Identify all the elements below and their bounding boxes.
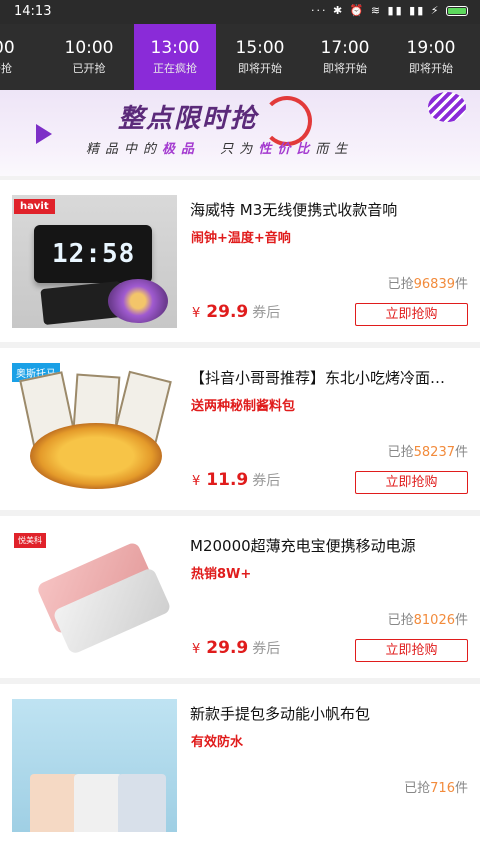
sold-prefix: 已抢	[404, 781, 431, 796]
tab-status: 已开抢	[72, 62, 106, 75]
price-value: 29.9	[206, 638, 249, 658]
product-name[interactable]: 新款手提包多动能小帆布包	[190, 703, 475, 724]
tab-status: 即将开始	[238, 62, 282, 75]
sold-suffix: 件	[454, 277, 468, 292]
product-card[interactable]: 新款手提包多动能小帆布包 有效防水 已抢716件	[0, 684, 480, 846]
tab-time-slot-6[interactable]: 19:00 即将开始	[390, 24, 472, 90]
play-triangle-icon	[36, 124, 52, 144]
product-name[interactable]: M20000超薄充电宝便携移动电源	[190, 535, 475, 556]
sold-prefix: 已抢	[387, 613, 414, 628]
status-icons: ··· ✱ ⏰ ≋ ▮▮ ▮▮ ⚡	[311, 4, 468, 17]
flash-sale-banner: 整点限时抢 精品中的极品 只为性价比而生	[0, 90, 480, 176]
sold-number: 716	[430, 781, 455, 796]
sold-suffix: 件	[454, 613, 468, 628]
subtitle-suffix: 而生	[315, 142, 354, 157]
tab-time: 19:00	[406, 38, 456, 58]
price-value: 11.9	[206, 470, 249, 490]
sold-number: 96839	[413, 277, 455, 292]
banner-subtitle: 精品中的极品 只为性价比而生	[86, 138, 353, 157]
tab-time-slot-2[interactable]: 10:00 已开抢	[48, 24, 130, 90]
brand-logo: 悦美科	[14, 533, 46, 548]
product-tag: 有效防水	[191, 735, 244, 750]
product-price: ¥29.9 券后	[192, 638, 280, 658]
tote-bag-image	[118, 774, 166, 832]
price-value: 29.9	[206, 302, 249, 322]
disc-image	[108, 279, 168, 323]
subtitle-mid: 只为	[220, 142, 259, 157]
product-name[interactable]: 海威特 M3无线便携式收款音响	[190, 199, 475, 220]
tab-time: 13:00	[150, 38, 200, 58]
product-image[interactable]: 悦美科	[12, 531, 177, 664]
tote-bag-image	[74, 774, 122, 832]
price-note: 券后	[252, 473, 281, 489]
tab-status: 正在疯抢	[153, 62, 197, 75]
subtitle-prefix: 精品中的	[86, 142, 163, 157]
product-tag: 闹钟+温度+音响	[191, 231, 291, 246]
subtitle-emphasis-2: 性价比	[258, 142, 316, 157]
status-bar: 14:13 ··· ✱ ⏰ ≋ ▮▮ ▮▮ ⚡	[0, 0, 480, 24]
subtitle-emphasis-1: 极品	[162, 142, 201, 157]
tab-time-slot-5[interactable]: 17:00 即将开始	[304, 24, 386, 90]
sold-suffix: 件	[454, 781, 468, 796]
tab-time: 17:00	[320, 38, 370, 58]
product-card[interactable]: havit 12:58 海威特 M3无线便携式收款音响 闹钟+温度+音响 已抢9…	[0, 180, 480, 342]
time-slot-tabs: :00 开抢 10:00 已开抢 13:00 正在疯抢 15:00 即将开始 1…	[0, 24, 480, 90]
buy-now-button[interactable]: 立即抢购	[355, 471, 468, 494]
sold-number: 81026	[413, 613, 455, 628]
sold-count: 已抢716件	[404, 777, 468, 796]
currency-symbol: ¥	[192, 642, 201, 657]
buy-now-button[interactable]: 立即抢购	[355, 639, 468, 662]
product-image[interactable]: 奥斯托马	[12, 363, 177, 496]
food-plate-image	[30, 423, 162, 489]
tote-bag-image	[30, 774, 78, 832]
tab-status: 即将开始	[323, 62, 367, 75]
clock-display: 12:58	[52, 239, 136, 269]
buy-now-button[interactable]: 立即抢购	[355, 303, 468, 326]
banner-title: 整点限时抢	[118, 104, 259, 134]
sold-count: 已抢81026件	[388, 609, 468, 628]
tab-status: 开抢	[0, 62, 12, 75]
tab-time: :00	[0, 38, 15, 58]
product-tag: 热销8W+	[191, 567, 252, 582]
product-name[interactable]: 【抖音小哥哥推荐】东北小吃烤冷面…	[190, 367, 475, 388]
product-price: ¥11.9 券后	[192, 470, 280, 490]
currency-symbol: ¥	[192, 474, 201, 489]
currency-symbol: ¥	[192, 306, 201, 321]
product-tag: 送两种秘制酱料包	[191, 399, 296, 414]
product-image[interactable]	[12, 699, 177, 832]
product-card[interactable]: 悦美科 M20000超薄充电宝便携移动电源 热销8W+ 已抢81026件 ¥29…	[0, 516, 480, 678]
tab-time-slot-3-active[interactable]: 13:00 正在疯抢	[134, 24, 216, 90]
clock-speaker-image: 12:58	[34, 225, 152, 283]
sold-number: 58237	[413, 445, 455, 460]
status-indicator-icons: ··· ✱ ⏰ ≋ ▮▮ ▮▮ ⚡	[310, 4, 441, 17]
product-image[interactable]: havit 12:58	[12, 195, 177, 328]
brand-logo: havit	[14, 199, 55, 214]
tab-time-slot-4[interactable]: 15:00 即将开始	[219, 24, 301, 90]
sold-prefix: 已抢	[387, 445, 414, 460]
product-card[interactable]: 奥斯托马 【抖音小哥哥推荐】东北小吃烤冷面… 送两种秘制酱料包 已抢58237件…	[0, 348, 480, 510]
tab-time-slot-1[interactable]: :00 开抢	[0, 24, 42, 90]
battery-icon	[446, 6, 468, 16]
price-note: 券后	[252, 641, 281, 657]
striped-ball-icon	[428, 92, 466, 122]
sold-prefix: 已抢	[387, 277, 414, 292]
sold-count: 已抢58237件	[388, 441, 468, 460]
price-note: 券后	[252, 305, 281, 321]
tab-time: 10:00	[64, 38, 114, 58]
tab-time: 15:00	[235, 38, 285, 58]
tab-status: 即将开始	[409, 62, 453, 75]
product-price: ¥29.9 券后	[192, 302, 280, 322]
sold-count: 已抢96839件	[388, 273, 468, 292]
sold-suffix: 件	[454, 445, 468, 460]
status-time: 14:13	[14, 4, 52, 19]
